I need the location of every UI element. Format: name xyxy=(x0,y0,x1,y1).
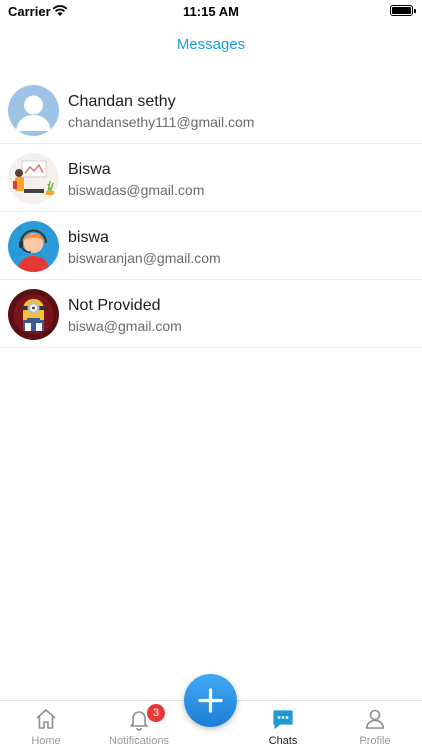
plus-icon xyxy=(198,688,223,713)
contact-row[interactable]: Not Provided biswa@gmail.com xyxy=(0,280,422,348)
battery-icon xyxy=(390,5,416,16)
person-icon xyxy=(365,709,385,729)
contact-row[interactable]: Biswa biswadas@gmail.com xyxy=(0,144,422,212)
page-title: Messages xyxy=(176,36,246,53)
tab-label: Chats xyxy=(268,735,298,747)
illustration-avatar xyxy=(8,153,59,204)
tab-label: Home xyxy=(31,735,61,747)
status-time: 11:15 AM xyxy=(183,4,239,19)
contact-name: Chandan sethy xyxy=(68,93,176,110)
home-icon xyxy=(36,709,56,729)
person-placeholder-avatar xyxy=(8,85,59,136)
contact-email: biswadas@gmail.com xyxy=(68,182,205,198)
contact-email: chandansethy111@gmail.com xyxy=(68,114,255,130)
tab-label: Notifications xyxy=(109,735,169,747)
contact-row[interactable]: Chandan sethy chandansethy111@gmail.com xyxy=(0,76,422,144)
contact-row[interactable]: biswa biswaranjan@gmail.com xyxy=(0,212,422,280)
tab-chats[interactable]: Chats xyxy=(241,701,325,750)
contact-list: Chandan sethy chandansethy111@gmail.com … xyxy=(0,76,422,348)
tab-notifications[interactable]: 3 Notifications xyxy=(97,701,181,750)
chat-bubble-icon xyxy=(273,710,293,729)
contact-email: biswaranjan@gmail.com xyxy=(68,250,221,266)
contact-name: Biswa xyxy=(68,161,111,178)
tab-home[interactable]: Home xyxy=(4,701,88,750)
contact-email: biswa@gmail.com xyxy=(68,318,182,334)
contact-name: Not Provided xyxy=(68,297,161,314)
tab-label: Profile xyxy=(359,735,391,747)
contact-name: biswa xyxy=(68,229,109,246)
new-chat-button[interactable] xyxy=(184,674,237,727)
minion-avatar xyxy=(8,289,59,340)
notification-badge: 3 xyxy=(147,704,165,722)
tab-profile[interactable]: Profile xyxy=(333,701,417,750)
status-bar: Carrier 11:15 AM xyxy=(0,0,422,24)
headset-agent-avatar xyxy=(8,221,59,272)
